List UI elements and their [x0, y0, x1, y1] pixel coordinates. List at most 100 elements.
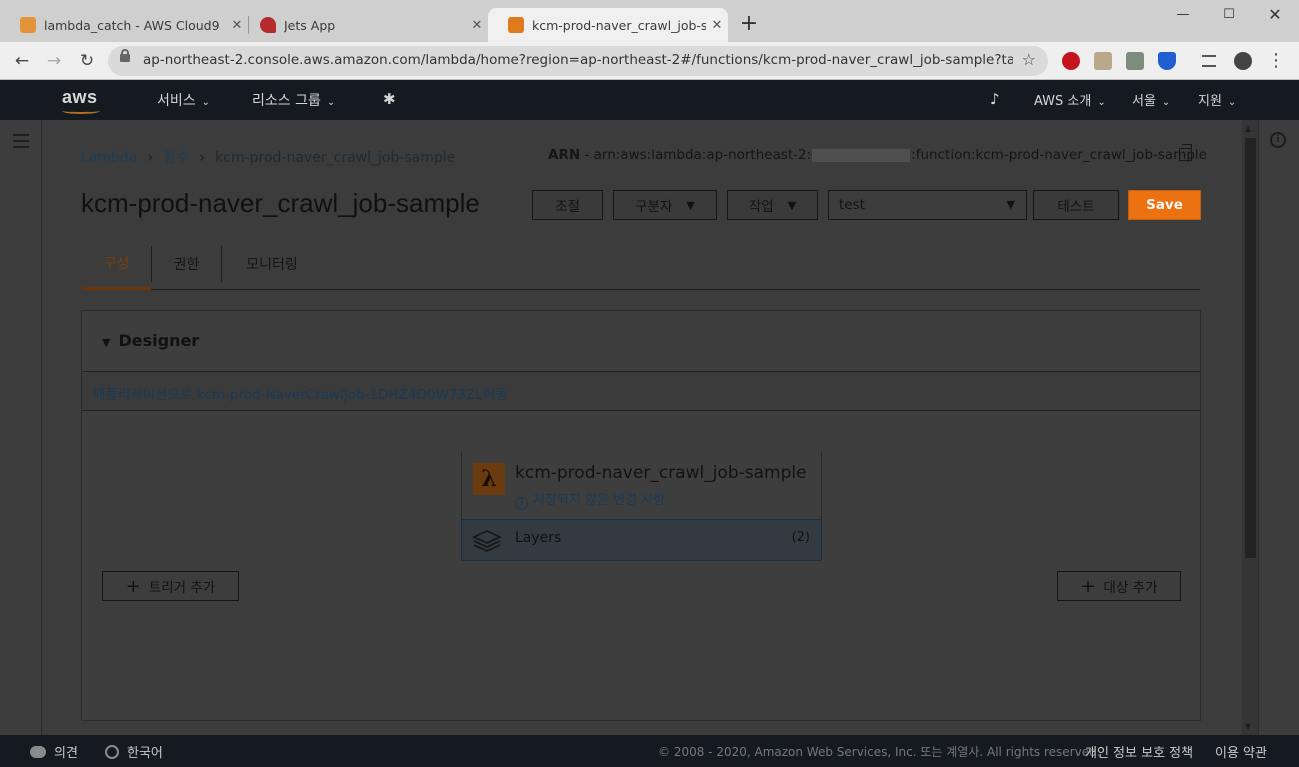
arn-prefix: - arn:aws:lambda:ap-northeast-2:	[580, 147, 812, 163]
layers-count: (2)	[791, 530, 810, 545]
add-trigger-button[interactable]: + 트리거 추가	[102, 571, 239, 601]
url-text[interactable]: ap-northeast-2.console.aws.amazon.com/la…	[143, 52, 1013, 68]
config-tabs: 구성 권한 모니터링	[82, 238, 1200, 290]
breadcrumb-functions[interactable]: 함수	[163, 150, 189, 166]
breadcrumb-current: kcm-prod-naver_crawl_job-sample	[215, 150, 456, 166]
unsaved-changes-notice: i 저장되지 않은 변경 사항	[515, 489, 665, 510]
bookmark-star-icon[interactable]: ☆	[1022, 50, 1036, 69]
hamburger-menu-icon[interactable]	[13, 134, 29, 152]
chevron-down-icon: ⌄	[326, 97, 336, 108]
browser-tab-jets[interactable]: Jets App ✕	[240, 8, 488, 42]
tab-monitoring[interactable]: 모니터링	[222, 238, 322, 290]
info-icon: i	[515, 497, 528, 510]
function-arn: ARN - arn:aws:lambda:ap-northeast-2: :fun…	[548, 147, 1207, 163]
tab-configuration[interactable]: 구성	[82, 238, 151, 290]
console-footer: 의견 한국어 © 2008 - 2020, Amazon Web Service…	[0, 735, 1299, 767]
layers-button[interactable]: Layers (2)	[461, 519, 822, 561]
chevron-right-icon: ›	[199, 148, 206, 166]
lock-icon	[120, 49, 130, 62]
add-destination-button[interactable]: + 대상 추가	[1057, 571, 1181, 601]
more-menu-icon[interactable]: ⋮	[1264, 49, 1288, 73]
about-aws-menu[interactable]: AWS 소개 ⌄	[1034, 90, 1106, 109]
close-tab-icon[interactable]: ✕	[706, 18, 728, 33]
breadcrumb: Lambda › 함수 › kcm-prod-naver_crawl_job-sampl…	[81, 147, 455, 167]
breadcrumb-lambda[interactable]: Lambda	[81, 150, 137, 166]
browser-tab-cloud9[interactable]: lambda_catch - AWS Cloud9 ✕	[0, 8, 248, 42]
scroll-down-icon[interactable]: ▼	[1245, 722, 1251, 731]
cloud9-favicon-icon	[20, 17, 36, 33]
designer-header[interactable]: ▼ Designer	[102, 331, 199, 350]
browser-tab-title: lambda_catch - AWS Cloud9	[44, 17, 220, 33]
chevron-down-icon: ⌄	[1097, 97, 1106, 108]
save-button[interactable]: Save	[1128, 190, 1201, 220]
feedback-link[interactable]: 의견	[30, 742, 78, 761]
browser-tab-lambda[interactable]: kcm-prod-naver_crawl_job-samp ✕	[488, 8, 728, 42]
forward-arrow-icon[interactable]: →	[42, 49, 66, 73]
page-title: kcm-prod-naver_crawl_job-sample	[81, 188, 480, 218]
services-menu[interactable]: 서비스 ⌄	[157, 90, 210, 110]
right-rail	[1258, 120, 1299, 735]
application-link[interactable]: 애플리케이션으로 kcm-prod-NaverCrawlJob-1DHZ4O0W…	[93, 383, 508, 403]
copyright-text: © 2008 - 2020, Amazon Web Services, Inc.…	[658, 745, 1101, 759]
chevron-down-icon: ⌄	[1161, 97, 1171, 108]
caret-down-icon: ▼	[1006, 198, 1015, 211]
pin-icon[interactable]: ✱	[383, 90, 396, 108]
profile-avatar-icon[interactable]	[1234, 52, 1252, 70]
layers-icon	[472, 530, 502, 552]
designer-panel: ▼ Designer 애플리케이션으로 kcm-prod-NaverCrawlJo…	[81, 310, 1201, 721]
browser-toolbar: ← → ↻ ap-northeast-2.console.aws.amazon.…	[0, 42, 1299, 80]
tab-permissions[interactable]: 권한	[152, 238, 221, 290]
address-bar[interactable]: ap-northeast-2.console.aws.amazon.com/la…	[108, 46, 1048, 76]
adblock-extension-icon[interactable]	[1062, 52, 1080, 70]
cast-extension-icon[interactable]	[1126, 52, 1144, 70]
jets-favicon-icon	[260, 17, 276, 33]
maximize-icon[interactable]: ☐	[1206, 4, 1252, 26]
function-card-header[interactable]: λ kcm-prod-naver_crawl_job-sample i 저장되지 …	[461, 451, 822, 520]
minimize-icon[interactable]: —	[1160, 4, 1206, 26]
chevron-down-icon: ⌄	[201, 97, 211, 108]
new-tab-button[interactable]: +	[738, 10, 760, 38]
notifications-bell-icon[interactable]: ♪	[990, 90, 1000, 108]
throttle-button[interactable]: 조절	[532, 190, 603, 220]
qualifiers-dropdown[interactable]: 구분자 ▼	[613, 190, 717, 220]
caret-down-icon: ▼	[787, 198, 797, 212]
test-button[interactable]: 테스트	[1033, 190, 1119, 220]
chat-bubble-icon	[30, 746, 46, 758]
scroll-up-icon[interactable]: ▲	[1245, 124, 1251, 133]
java-extension-icon[interactable]	[1094, 52, 1112, 70]
aws-logo-smile-icon	[62, 108, 100, 114]
language-selector[interactable]: 한국어	[105, 742, 163, 761]
arn-suffix: :function:kcm-prod-naver_crawl_job-sampl…	[911, 147, 1207, 163]
caret-down-icon: ▼	[686, 198, 695, 212]
back-arrow-icon[interactable]: ←	[10, 49, 34, 73]
test-event-select[interactable]: test ▼	[828, 190, 1027, 220]
collapse-triangle-icon: ▼	[102, 336, 111, 349]
plus-icon: +	[1080, 575, 1096, 597]
lambda-icon: λ	[473, 463, 505, 495]
info-panel-icon[interactable]: i	[1270, 132, 1286, 148]
actions-dropdown[interactable]: 작업 ▼	[727, 190, 818, 220]
layers-label: Layers	[515, 530, 562, 546]
shield-extension-icon[interactable]	[1158, 52, 1176, 70]
application-banner: 애플리케이션으로 kcm-prod-NaverCrawlJob-1DHZ4O0W…	[82, 371, 1200, 411]
terms-link[interactable]: 이용 약관	[1215, 742, 1267, 761]
redacted-account-id	[812, 148, 911, 162]
region-menu[interactable]: 서울 ⌄	[1132, 90, 1170, 109]
support-menu[interactable]: 지원 ⌄	[1198, 90, 1236, 109]
arn-label: ARN	[548, 147, 581, 163]
resource-groups-menu[interactable]: 리소스 그룹 ⌄	[252, 90, 335, 110]
aws-logo[interactable]: aws	[62, 87, 98, 108]
function-card-name: kcm-prod-naver_crawl_job-sample	[515, 463, 807, 483]
playlist-icon[interactable]	[1202, 55, 1216, 67]
plus-icon: +	[125, 575, 141, 597]
privacy-policy-link[interactable]: 개인 정보 보호 정책	[1085, 742, 1193, 761]
copy-arn-icon[interactable]	[1179, 144, 1192, 161]
function-card[interactable]: λ kcm-prod-naver_crawl_job-sample i 저장되지 …	[461, 451, 822, 561]
close-tab-icon[interactable]: ✕	[466, 18, 488, 33]
browser-tab-strip: lambda_catch - AWS Cloud9 ✕ Jets App ✕ k…	[0, 0, 1299, 42]
scrollbar-thumb[interactable]	[1245, 138, 1256, 558]
window-close-icon[interactable]: ✕	[1252, 4, 1298, 26]
browser-tab-title: kcm-prod-naver_crawl_job-samp	[532, 17, 706, 33]
reload-icon[interactable]: ↻	[75, 49, 99, 73]
aws-top-nav: aws 서비스 ⌄ 리소스 그룹 ⌄ ✱ ♪ AWS 소개 ⌄ 서울 ⌄ 지원 ⌄	[0, 80, 1299, 120]
